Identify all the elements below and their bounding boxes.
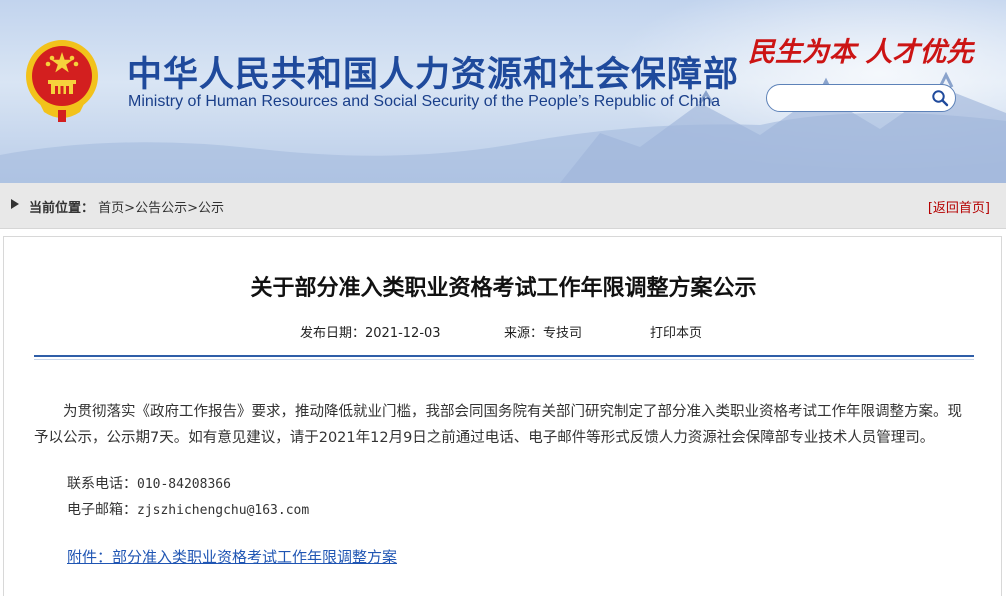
publish-date-label: 发布日期：: [300, 326, 366, 341]
breadcrumb-link-publicity[interactable]: 公示: [198, 201, 224, 216]
breadcrumb: 当前位置： 首页>公告公示>公示: [29, 197, 224, 216]
search-input[interactable]: [779, 89, 933, 109]
article-paragraph: 为贯彻落实《政府工作报告》要求，推动降低就业门槛，我部会同国务院有关部门研究制定…: [34, 404, 962, 446]
print-page-link[interactable]: 打印本页: [650, 322, 702, 341]
attachment-link[interactable]: 附件：部分准入类职业资格考试工作年限调整方案: [67, 546, 397, 567]
slogan: 民生为本 人才优先: [748, 37, 974, 68]
breadcrumb-link-home[interactable]: 首页: [98, 201, 124, 216]
breadcrumb-bar: 当前位置： 首页>公告公示>公示 [返回首页]: [0, 183, 1006, 229]
email-value: zjszhichengchu@163.com: [137, 503, 310, 518]
ministry-title-cn: 中华人民共和国人力资源和社会保障部: [127, 55, 740, 95]
breadcrumb-separator: >: [187, 201, 198, 216]
phone-label: 联系电话：: [67, 476, 137, 492]
search-box: [766, 84, 956, 112]
title-divider: [34, 355, 974, 357]
national-emblem-icon: [26, 40, 98, 122]
publish-date-value: 2021-12-03: [365, 326, 441, 341]
article-source: 来源：专技司: [504, 322, 582, 341]
source-value: 专技司: [543, 326, 583, 341]
breadcrumb-link-announcements[interactable]: 公告公示: [135, 201, 187, 216]
header-banner: 中华人民共和国人力资源和社会保障部 Ministry of Human Reso…: [0, 0, 1006, 183]
back-home-link[interactable]: [返回首页]: [928, 197, 990, 216]
source-label: 来源：: [504, 326, 544, 341]
search-icon[interactable]: [931, 89, 949, 107]
email-label: 电子邮箱：: [67, 502, 137, 518]
breadcrumb-separator: >: [124, 201, 136, 216]
breadcrumb-arrow-icon: [11, 199, 19, 209]
breadcrumb-label: 当前位置：: [29, 201, 95, 216]
article-container: 关于部分准入类职业资格考试工作年限调整方案公示 发布日期：2021-12-03 …: [3, 236, 1002, 596]
publish-date: 发布日期：2021-12-03: [300, 322, 441, 341]
contact-email: 电子邮箱：zjszhichengchu@163.com: [67, 499, 309, 519]
ministry-title-en: Ministry of Human Resources and Social S…: [128, 93, 720, 110]
contact-phone: 联系电话：010-84208366: [67, 473, 231, 493]
article-title: 关于部分准入类职业资格考试工作年限调整方案公示: [250, 276, 757, 301]
title-divider-secondary: [34, 359, 974, 360]
phone-value: 010-84208366: [137, 477, 231, 492]
